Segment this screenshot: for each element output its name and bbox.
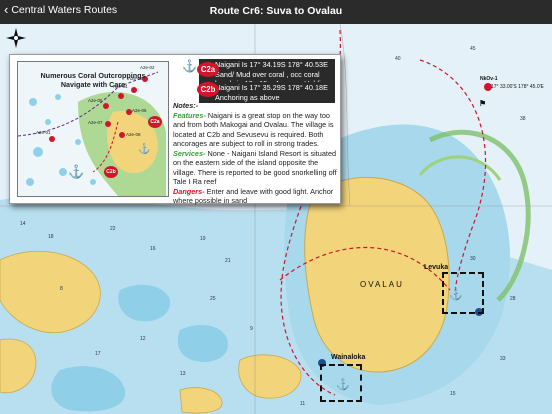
- town-label-wainaloka: Wainaloka: [331, 354, 366, 361]
- inset-waypoint-label: A2e-04: [113, 84, 128, 89]
- svg-text:21: 21: [225, 258, 231, 264]
- navigation-bar: ‹ Central Waters Routes Route Cr6: Suva …: [0, 0, 552, 24]
- inset-chart[interactable]: ⚓ ⚓ Numerous Coral Outcroppings Navigate…: [17, 61, 169, 197]
- inset-waypoint-label: A2e-01: [36, 130, 51, 135]
- dangers-paragraph: Dangers- Enter and leave with good light…: [173, 187, 338, 206]
- svg-text:17: 17: [95, 351, 101, 357]
- svg-text:25: 25: [210, 296, 216, 302]
- anchor-icon: ⚓: [182, 59, 197, 73]
- services-paragraph: Services- None - Naigani Island Resort i…: [173, 149, 338, 187]
- anchorage-info-panel: ⚓ ⚓ Numerous Coral Outcroppings Navigate…: [9, 54, 341, 206]
- inset-waypoint-label: A2e-06: [132, 108, 147, 113]
- waypoint-badge-c2b[interactable]: C2b: [197, 82, 219, 97]
- inset-waypoint-label: A2e-03: [128, 76, 143, 81]
- svg-text:28: 28: [510, 296, 516, 302]
- waypoint-coordinate: 17° 33.00'S 178° 45.0'E: [491, 84, 544, 90]
- svg-text:22: 22: [110, 226, 116, 232]
- svg-text:16: 16: [150, 246, 156, 252]
- island-label-ovalau: OVALAU: [360, 280, 404, 289]
- waypoint-badge-c2a[interactable]: C2a: [197, 62, 219, 77]
- wainaloka-anchorage-box[interactable]: [320, 364, 362, 402]
- town-label-levuka: Levuka: [424, 264, 449, 271]
- svg-text:18: 18: [48, 234, 54, 240]
- svg-text:11: 11: [300, 401, 305, 407]
- svg-text:8: 8: [60, 286, 63, 292]
- svg-text:13: 13: [180, 371, 186, 377]
- inset-marker-c2a[interactable]: C2a: [148, 116, 162, 128]
- svg-text:⚓: ⚓: [68, 164, 84, 179]
- svg-text:⚓: ⚓: [138, 142, 150, 155]
- svg-text:9: 9: [250, 326, 253, 332]
- dangers-label: Dangers-: [173, 186, 205, 196]
- inset-waypoint-label: A2e-07: [88, 120, 103, 125]
- inset-waypoint-label: A2e-08: [126, 132, 141, 137]
- svg-text:14: 14: [20, 221, 26, 227]
- notes-heading: Notes:-: [173, 101, 199, 110]
- features-label: Features-: [173, 110, 206, 120]
- compass-icon[interactable]: [5, 27, 27, 49]
- ovalau-island: [304, 176, 450, 373]
- svg-text:38: 38: [520, 116, 526, 122]
- features-paragraph: Features- Naigani is a great stop on the…: [173, 111, 338, 149]
- svg-text:30: 30: [470, 256, 476, 262]
- levuka-anchorage-box[interactable]: [442, 272, 484, 314]
- svg-text:12: 12: [140, 336, 146, 342]
- svg-text:33: 33: [500, 356, 506, 362]
- anchorage-c2b-description: Naigani Is 17° 35.29S 178° 40.18E Anchor…: [199, 82, 335, 103]
- svg-text:40: 40: [395, 56, 401, 62]
- inset-waypoint-label: A2e-02: [140, 65, 155, 70]
- inset-waypoint-label: A2e-05: [88, 98, 103, 103]
- inset-marker-c2b[interactable]: C2b: [104, 166, 118, 178]
- notes-section: Notes:- Features- Naigani is a great sto…: [173, 101, 338, 206]
- waypoint-label: NkOv-1: [480, 76, 498, 82]
- svg-text:45: 45: [470, 46, 476, 52]
- page-title: Route Cr6: Suva to Ovalau: [209, 5, 343, 17]
- svg-text:19: 19: [200, 236, 206, 242]
- svg-text:15: 15: [450, 391, 456, 397]
- svg-text:⚑: ⚑: [479, 99, 486, 108]
- services-label: Services-: [173, 148, 206, 158]
